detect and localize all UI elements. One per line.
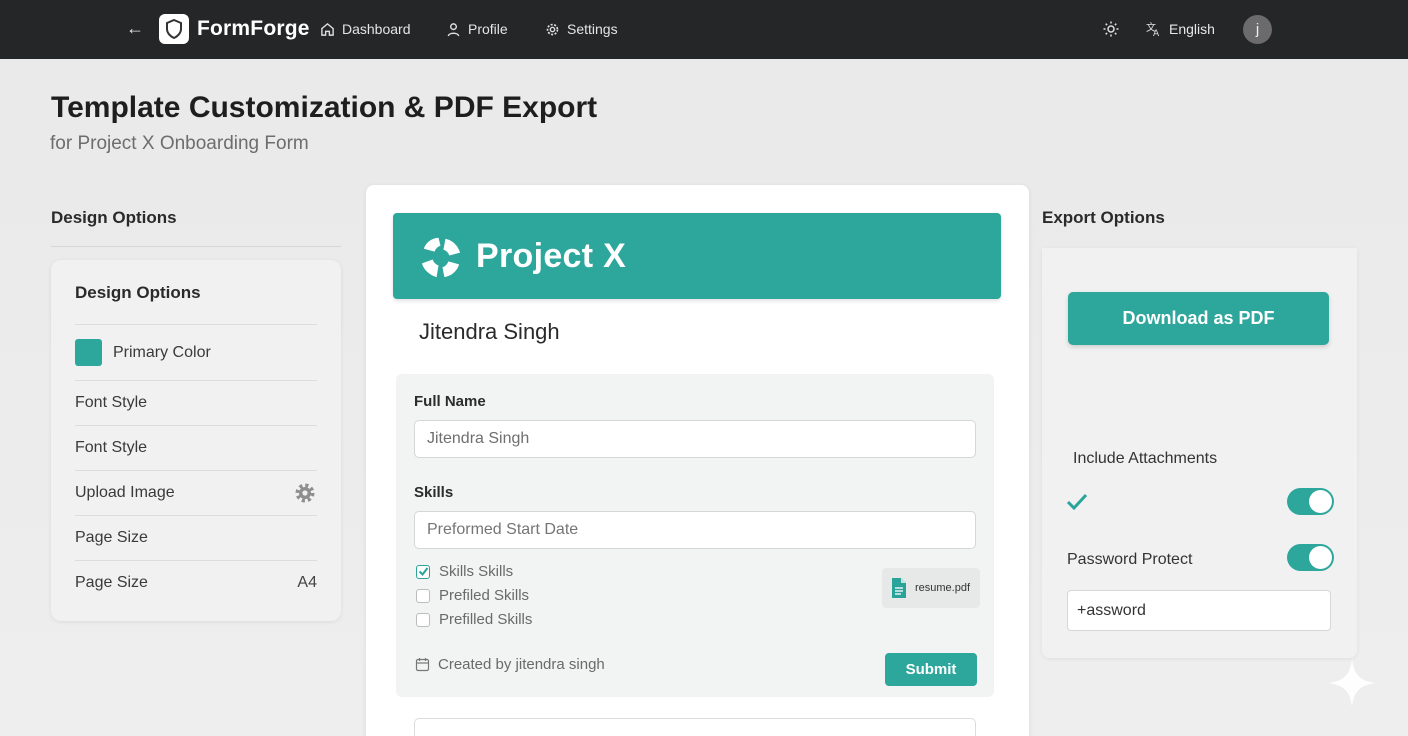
nav-settings[interactable]: Settings [545,21,618,37]
option-page-size-a4[interactable]: Page Size A4 [75,560,317,605]
nav-settings-label: Settings [567,21,618,37]
option-font-style-2[interactable]: Font Style [75,425,317,470]
sparkle-icon [1328,659,1376,707]
checkbox-prefilled-skills[interactable]: Prefilled Skills [416,611,532,628]
export-options-card: Download as PDF Include Attachments Pass… [1042,248,1357,658]
include-attachments-toggle[interactable] [1287,488,1334,515]
option-label: Page Size [75,574,148,591]
svg-text:A: A [1153,29,1160,37]
nav-profile[interactable]: Profile [446,21,508,37]
export-options-heading: Export Options [1042,208,1165,227]
attachment-file[interactable]: resume.pdf [882,568,980,608]
nav-dashboard[interactable]: Dashboard [320,21,411,37]
formforge-logo-icon[interactable] [159,14,189,44]
page-title: Template Customization & PDF Export [51,91,598,124]
option-page-size[interactable]: Page Size [75,515,317,560]
top-navigation-bar: ← FormForge Dashboard Profile Settings 文… [0,0,1408,59]
form-fields-box: Full Name Skills Skills Skills Prefiled … [396,374,994,697]
page-subtitle: for Project X Onboarding Form [50,133,309,154]
calendar-icon [415,658,430,672]
checkbox-checked[interactable] [416,564,430,579]
toggle-knob [1309,490,1332,513]
translate-icon: 文A [1146,21,1160,37]
created-by: Created by jitendra singh [415,656,605,673]
password-protect-label: Password Protect [1067,551,1193,568]
checkbox-label: Prefiled Skills [439,587,530,604]
gear-icon [546,23,559,35]
document-icon [892,578,906,598]
design-options-card: Design Options Primary Color Font Style … [51,260,341,621]
skills-label: Skills [414,484,454,501]
checkbox-prefiled-skills[interactable]: Prefiled Skills [416,587,529,604]
banner-title: Project X [476,237,627,275]
user-avatar[interactable]: j [1243,15,1272,44]
created-by-text: Created by jitendra singh [438,656,605,673]
option-primary-color[interactable]: Primary Color [75,324,317,380]
language-label: English [1169,21,1215,37]
checkbox-unchecked[interactable] [416,612,430,627]
nav-profile-label: Profile [468,21,508,37]
section-divider [51,246,341,247]
download-pdf-button[interactable]: Download as PDF [1068,292,1329,345]
option-upload-image[interactable]: Upload Image [75,470,317,515]
full-name-label: Full Name [414,393,486,410]
gear-icon[interactable] [293,481,317,505]
language-selector[interactable]: 文A English [1146,21,1215,37]
full-name-input[interactable] [414,420,976,458]
page-size-value: A4 [297,574,317,591]
theme-toggle-sun-icon[interactable] [1102,20,1120,38]
option-label: Font Style [75,394,148,411]
skills-input[interactable] [414,511,976,549]
checkmark-icon [1066,493,1088,511]
submit-button[interactable]: Submit [885,653,977,686]
checkbox-label: Prefilled Skills [439,611,533,628]
brand-name[interactable]: FormForge [197,17,310,41]
option-font-style[interactable]: Font Style [75,380,317,425]
nav-dashboard-label: Dashboard [342,21,411,37]
checkbox-unchecked[interactable] [416,588,430,603]
password-protect-toggle[interactable] [1287,544,1334,571]
option-label: Primary Color [113,343,211,361]
design-options-heading: Design Options [51,208,177,227]
option-label: Font Style [75,439,148,456]
toggle-knob [1309,546,1332,569]
home-icon [321,22,334,36]
form-preview-card: Project X Jitendra Singh Full Name Skill… [366,185,1029,736]
respondent-name: Jitendra Singh [419,319,560,344]
checkbox-label: Skills Skills [439,563,514,580]
attachment-filename: resume.pdf [915,582,971,594]
back-arrow-icon[interactable]: ← [126,18,144,39]
additional-field-input[interactable] [414,718,976,736]
form-header-banner: Project X [393,213,1001,299]
primary-color-swatch[interactable] [75,339,102,366]
user-icon [447,22,460,36]
option-label: Upload Image [75,484,175,501]
checkbox-skills-skills[interactable]: Skills Skills [416,563,513,580]
checkmark-icon [418,567,428,577]
project-x-logo-icon [421,237,461,278]
password-input[interactable] [1067,590,1331,631]
include-attachments-label: Include Attachments [1073,450,1218,467]
design-options-card-title: Design Options [75,283,201,302]
option-label: Page Size [75,529,148,546]
